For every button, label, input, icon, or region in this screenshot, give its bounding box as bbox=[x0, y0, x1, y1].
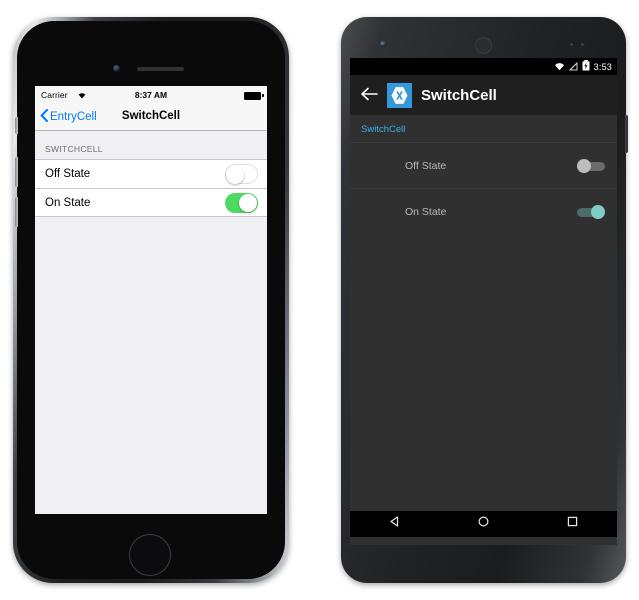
row-label: Off State bbox=[405, 159, 447, 172]
android-navigation-bar bbox=[350, 511, 617, 537]
page-title: SwitchCell bbox=[121, 110, 181, 122]
switch-thumb bbox=[591, 204, 605, 219]
front-camera-icon bbox=[113, 65, 120, 72]
android-action-bar: SwitchCell bbox=[350, 75, 617, 115]
ios-settings-table: SWITCHCELL Off State On State bbox=[35, 131, 267, 514]
android-screen: 3:53 SwitchCell SwitchCell Off State On … bbox=[350, 58, 617, 545]
table-row[interactable]: On State bbox=[35, 188, 267, 217]
table-row[interactable]: Off State bbox=[35, 159, 267, 188]
light-sensor-icon bbox=[581, 43, 584, 46]
switch-on-state[interactable] bbox=[577, 204, 605, 219]
android-clock: 3:53 bbox=[593, 61, 612, 72]
ios-clock: 8:37 AM bbox=[134, 90, 168, 100]
list-item[interactable]: On State bbox=[350, 188, 617, 234]
switch-thumb bbox=[577, 158, 591, 173]
android-settings-list: SwitchCell Off State On State bbox=[350, 115, 617, 545]
earpiece-speaker bbox=[475, 37, 492, 54]
switch-on-state[interactable] bbox=[225, 192, 258, 213]
earpiece-speaker bbox=[137, 67, 184, 71]
triangle-back-icon[interactable] bbox=[388, 515, 401, 533]
android-status-bar: 3:53 bbox=[350, 58, 617, 75]
arrow-left-icon[interactable] bbox=[360, 87, 378, 104]
row-label: On State bbox=[405, 205, 447, 218]
battery-charging-icon bbox=[582, 58, 590, 76]
circle-home-icon[interactable] bbox=[477, 515, 490, 533]
ios-volume-up-button[interactable] bbox=[15, 157, 18, 187]
front-camera-icon bbox=[380, 41, 386, 47]
ios-device-bezel: Carrier 8:37 AM EntryCell SwitchCell SWI… bbox=[15, 21, 285, 579]
section-header: SwitchCell bbox=[361, 124, 406, 135]
proximity-sensor-icon bbox=[570, 43, 573, 46]
switch-off-state[interactable] bbox=[577, 158, 605, 173]
wifi-icon bbox=[554, 58, 565, 76]
ios-silent-switch[interactable] bbox=[15, 117, 18, 134]
ios-device-frame: Carrier 8:37 AM EntryCell SwitchCell SWI… bbox=[13, 17, 289, 583]
battery-full-icon bbox=[244, 91, 264, 100]
page-title: SwitchCell bbox=[421, 86, 497, 104]
ios-volume-down-button[interactable] bbox=[15, 197, 18, 227]
switch-off-state[interactable] bbox=[225, 164, 258, 184]
switch-knob bbox=[239, 193, 257, 212]
row-label: Off State bbox=[45, 168, 91, 180]
ios-status-bar: Carrier 8:37 AM bbox=[35, 86, 267, 104]
square-recents-icon[interactable] bbox=[566, 515, 579, 533]
section-header: SWITCHCELL bbox=[45, 144, 103, 154]
status-icons: 3:53 bbox=[554, 58, 612, 75]
android-device-frame: 3:53 SwitchCell SwitchCell Off State On … bbox=[341, 17, 628, 583]
switch-knob bbox=[226, 166, 244, 184]
signal-off-icon bbox=[568, 58, 578, 76]
android-power-button[interactable] bbox=[625, 115, 628, 153]
list-item[interactable]: Off State bbox=[350, 142, 617, 188]
ios-screen: Carrier 8:37 AM EntryCell SwitchCell SWI… bbox=[35, 86, 267, 514]
xamarin-logo-icon bbox=[387, 82, 412, 108]
home-button[interactable] bbox=[129, 534, 171, 576]
row-label: On State bbox=[45, 196, 91, 209]
ios-nav-bar: EntryCell SwitchCell bbox=[35, 104, 267, 131]
